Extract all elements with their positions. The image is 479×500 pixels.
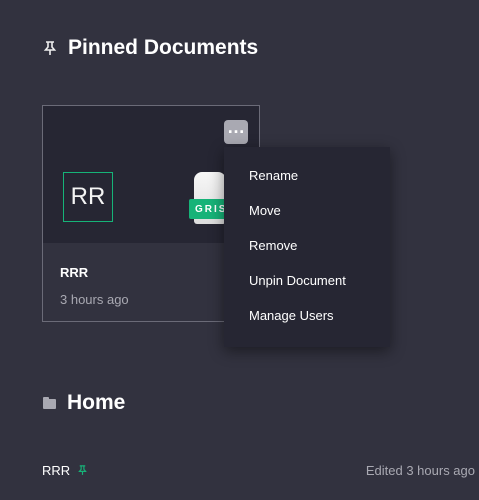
home-document-edited-time: Edited 3 hours ago: [365, 462, 475, 478]
menu-item-manage-users[interactable]: Manage Users: [224, 298, 390, 333]
menu-item-rename[interactable]: Rename: [224, 158, 390, 193]
pin-icon: [77, 464, 88, 476]
pinned-documents-title: Pinned Documents: [68, 36, 259, 59]
document-context-menu: Rename Move Remove Unpin Document Manage…: [224, 147, 390, 347]
grist-logo-text: GRIS: [189, 199, 229, 219]
document-menu-button[interactable]: …: [224, 118, 248, 144]
menu-item-unpin-document[interactable]: Unpin Document: [224, 263, 390, 298]
menu-item-move[interactable]: Move: [224, 193, 390, 228]
pin-icon: [42, 40, 58, 56]
document-name[interactable]: RRR: [60, 265, 88, 280]
document-initials: RR: [63, 172, 113, 222]
menu-item-remove[interactable]: Remove: [224, 228, 390, 263]
home-document-name[interactable]: RRR: [42, 463, 70, 478]
folder-icon: [42, 396, 57, 410]
home-title: Home: [67, 391, 126, 414]
home-heading: Home: [42, 391, 125, 415]
home-document-row[interactable]: RRR Edited 3 hours ago: [42, 461, 479, 479]
pinned-documents-heading: Pinned Documents: [42, 36, 258, 60]
document-edited-time: 3 hours ago: [60, 292, 129, 307]
